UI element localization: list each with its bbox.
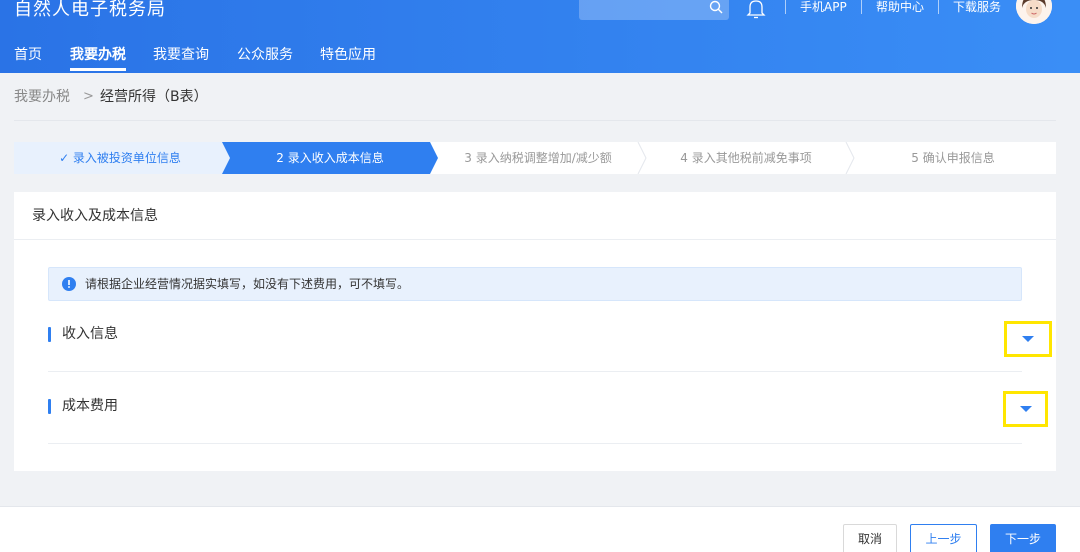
active-nav-indicator: [70, 68, 126, 71]
income-cost-card: 录入收入及成本信息 请根据企业经营情况据实填写，如没有下述费用，可不填写。 收入…: [14, 192, 1056, 471]
section-marker: [48, 399, 51, 414]
section-marker: [48, 327, 51, 342]
step-5: 5 确认申报信息: [911, 151, 995, 165]
header-separator: [861, 0, 862, 14]
cost-expense-title[interactable]: 成本费用: [62, 396, 118, 416]
income-info-title[interactable]: 收入信息: [62, 324, 118, 344]
previous-step-button[interactable]: 上一步: [910, 524, 977, 552]
cost-expense-section: 成本费用: [48, 372, 1048, 444]
nav-home[interactable]: 首页: [14, 44, 42, 66]
avatar[interactable]: [1016, 0, 1052, 24]
step-1-done[interactable]: ✓ 录入被投资单位信息: [14, 142, 226, 174]
income-expand-button[interactable]: [1004, 321, 1052, 357]
info-icon: [62, 277, 76, 291]
header-separator: [938, 0, 939, 14]
footer-bar: 取消 上一步 下一步: [0, 506, 1080, 552]
notice-text: 请根据企业经营情况据实填写，如没有下述费用，可不填写。: [85, 277, 410, 291]
nav-public-service[interactable]: 公众服务: [237, 44, 293, 66]
bell-icon[interactable]: [745, 0, 767, 20]
nav-tax-handling[interactable]: 我要办税: [70, 44, 126, 66]
top-header: 自然人电子税务局 手机APP 帮助中心 下载服务 首页 我要办税 我要查询 公众…: [0, 0, 1080, 73]
info-notice: 请根据企业经营情况据实填写，如没有下述费用，可不填写。: [48, 267, 1022, 301]
search-icon[interactable]: [709, 0, 723, 14]
step-2-active: 2 录入收入成本信息: [276, 151, 384, 165]
download-service-link[interactable]: 下载服务: [953, 0, 1001, 15]
step-4: 4 录入其他税前减免事项: [680, 151, 812, 165]
breadcrumb-home[interactable]: 我要办税: [14, 87, 70, 107]
divider: [14, 120, 1056, 121]
breadcrumb-separator: >: [83, 89, 94, 104]
caret-down-icon: [1022, 336, 1034, 342]
income-info-section: 收入信息: [48, 300, 1052, 372]
nav-query[interactable]: 我要查询: [153, 44, 209, 66]
step-3: 3 录入纳税调整增加/减少额: [464, 151, 612, 165]
cancel-button[interactable]: 取消: [843, 524, 897, 552]
step-progress: ✓ 录入被投资单位信息 2 录入收入成本信息 3 录入纳税调整增加/减少额 4 …: [14, 142, 1056, 174]
card-title: 录入收入及成本信息: [32, 208, 158, 224]
header-separator: [785, 0, 786, 14]
breadcrumb-current: 经营所得（B表）: [100, 89, 208, 105]
search-input[interactable]: [579, 0, 729, 20]
divider: [14, 239, 1056, 240]
app-title[interactable]: 自然人电子税务局: [14, 0, 166, 22]
help-center-link[interactable]: 帮助中心: [876, 0, 924, 15]
nav-special-apps[interactable]: 特色应用: [320, 44, 376, 66]
next-step-button[interactable]: 下一步: [990, 524, 1056, 552]
mobile-app-link[interactable]: 手机APP: [800, 0, 847, 15]
cost-expand-button[interactable]: [1003, 391, 1048, 427]
caret-down-icon: [1020, 406, 1032, 412]
